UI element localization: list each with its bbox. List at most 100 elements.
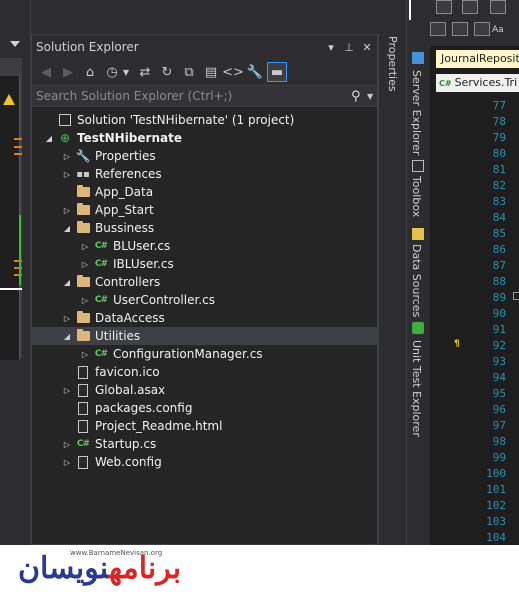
close-icon[interactable]: ✕ xyxy=(359,39,375,55)
line-number: 104 xyxy=(486,531,506,544)
refresh-icon[interactable]: ↻ xyxy=(157,62,177,82)
data-sources-icon[interactable] xyxy=(412,228,424,240)
navigation-bar[interactable]: C# Services.Tri xyxy=(436,74,519,92)
tree-item[interactable]: ▷ DataAccess xyxy=(32,309,377,327)
tree-item[interactable]: ▷ ▪▪ References xyxy=(32,165,377,183)
tree-item[interactable]: ◢ Utilities xyxy=(32,327,377,345)
collapsed-arrow-icon[interactable]: ▷ xyxy=(60,437,74,451)
properties-tab-label[interactable]: Properties xyxy=(386,36,399,92)
collapsed-arrow-icon[interactable]: ▷ xyxy=(60,383,74,397)
preview-selected-items-icon[interactable]: ▬ xyxy=(267,62,287,82)
toolbar-button-icon[interactable] xyxy=(452,22,468,36)
code-editor[interactable]: JournalReposito C# Services.Tri 77 78 79 80 8… xyxy=(430,46,519,545)
server-explorer-icon[interactable] xyxy=(412,52,424,64)
search-icon[interactable]: ⚲ xyxy=(351,89,367,104)
collapsed-arrow-icon[interactable]: ▷ xyxy=(78,293,92,307)
home-icon[interactable]: ⌂ xyxy=(80,62,100,82)
document-tab[interactable]: JournalReposito xyxy=(436,50,519,68)
expanded-arrow-icon[interactable]: ◢ xyxy=(60,329,74,343)
warning-icon[interactable] xyxy=(3,94,15,105)
collapsed-arrow-icon[interactable]: ▷ xyxy=(60,455,74,469)
tree-item[interactable]: ▷ C# Startup.cs xyxy=(32,435,377,453)
unit-test-explorer-tab[interactable]: Unit Test Explorer xyxy=(410,340,423,437)
expanded-arrow-icon[interactable]: ◢ xyxy=(60,221,74,235)
toolbox-icon[interactable] xyxy=(412,160,424,172)
line-number: 87 xyxy=(492,259,506,272)
collapsed-arrow-icon[interactable]: ▷ xyxy=(78,239,92,253)
pending-changes-icon[interactable]: ◷ xyxy=(102,62,122,82)
tree-item[interactable]: ▷ C# BLUser.cs xyxy=(32,237,377,255)
collapsed-arrow-icon[interactable]: ▷ xyxy=(78,257,92,271)
tree-item[interactable]: ▷ C# IBLUser.cs xyxy=(32,255,377,273)
properties-wrench-icon[interactable]: 🔧 xyxy=(245,62,265,82)
folder-open-icon xyxy=(74,220,92,236)
pin-icon[interactable]: ⊥ xyxy=(341,39,357,55)
expanded-arrow-icon[interactable]: ◢ xyxy=(42,131,56,145)
toolbar-button-icon[interactable] xyxy=(490,0,506,14)
toolbox-tab[interactable]: Toolbox xyxy=(410,176,423,217)
csharp-file-icon: C# xyxy=(94,241,108,251)
collapsed-arrow-icon[interactable]: ▷ xyxy=(78,347,92,361)
tree-item[interactable]: ▷ Web.config xyxy=(32,453,377,471)
caret-line xyxy=(409,0,411,20)
collapsed-arrow-icon[interactable]: ▷ xyxy=(60,311,74,325)
bookmark-icon[interactable]: ¶ xyxy=(454,339,460,349)
line-number: 99 xyxy=(492,451,506,464)
search-input[interactable]: Search Solution Explorer (Ctrl+;) xyxy=(36,89,351,103)
tree-item[interactable]: App_Data xyxy=(32,183,377,201)
toolbar-button-icon[interactable] xyxy=(474,22,490,36)
tree-item[interactable]: ▷ 🔧 Properties xyxy=(32,147,377,165)
line-number: 88 xyxy=(492,275,506,288)
collapsed-arrow-icon[interactable]: ▷ xyxy=(60,149,74,163)
tree-item-label: App_Data xyxy=(95,185,154,199)
file-icon xyxy=(74,418,92,434)
tree-item[interactable]: ▷ C# UserController.cs xyxy=(32,291,377,309)
change-marker xyxy=(14,146,22,148)
toolbar-button-icon[interactable] xyxy=(430,22,446,36)
file-icon xyxy=(74,364,92,380)
tree-item[interactable]: ▷ Global.asax xyxy=(32,381,377,399)
back-icon[interactable]: ◀ xyxy=(36,62,56,82)
data-sources-tab[interactable]: Data Sources xyxy=(410,244,423,317)
toolbar-button-icon[interactable] xyxy=(436,0,452,14)
tree-item[interactable]: favicon.ico xyxy=(32,363,377,381)
show-all-files-icon[interactable]: ▤ xyxy=(201,62,221,82)
properties-side-tab[interactable]: Properties xyxy=(378,34,406,545)
view-code-icon[interactable]: <> xyxy=(222,62,244,82)
folder-icon xyxy=(74,184,92,200)
toolbar-button-icon[interactable] xyxy=(462,0,478,14)
expanded-arrow-icon[interactable]: ◢ xyxy=(60,275,74,289)
solution-icon xyxy=(56,112,74,128)
collapsed-arrow-icon[interactable]: ▷ xyxy=(60,203,74,217)
dropdown-arrow-icon[interactable] xyxy=(10,41,20,47)
tree-item[interactable]: packages.config xyxy=(32,399,377,417)
editor-toolbar: Aa xyxy=(430,0,519,46)
right-tool-strip: Server Explorer Toolbox Data Sources Uni… xyxy=(406,0,430,545)
tree-item[interactable]: Project_Readme.html xyxy=(32,417,377,435)
csharp-file-icon: C# xyxy=(94,259,108,269)
search-bar[interactable]: Search Solution Explorer (Ctrl+;) ⚲ ▼ xyxy=(32,85,377,107)
search-options-icon[interactable]: ▼ xyxy=(367,92,377,101)
tree-item[interactable]: ▷ C# ConfigurationManager.cs xyxy=(32,345,377,363)
line-number: 79 xyxy=(492,131,506,144)
line-number: 80 xyxy=(492,147,506,160)
outline-collapse-icon[interactable] xyxy=(513,292,519,300)
saved-change-bar xyxy=(19,215,21,285)
sync-icon[interactable]: ⇄ xyxy=(135,62,155,82)
collapse-all-icon[interactable]: ⧉ xyxy=(179,62,199,82)
chevron-down-icon[interactable]: ▼ xyxy=(122,62,130,82)
wrench-icon: 🔧 xyxy=(75,149,91,163)
tree-item[interactable]: ◢ Controllers xyxy=(32,273,377,291)
server-explorer-tab[interactable]: Server Explorer xyxy=(410,70,423,155)
tree-item[interactable]: ◢ Bussiness xyxy=(32,219,377,237)
file-icon xyxy=(74,454,92,470)
forward-icon[interactable]: ▶ xyxy=(58,62,78,82)
tree-item[interactable]: ◢ ⊕ TestNHibernate xyxy=(32,129,377,147)
collapsed-arrow-icon[interactable]: ▷ xyxy=(60,167,74,181)
window-position-icon[interactable]: ▾ xyxy=(323,39,339,55)
line-number: 101 xyxy=(486,483,506,496)
tree-item[interactable]: Solution 'TestNHibernate' (1 project) xyxy=(32,111,377,129)
unit-test-icon[interactable] xyxy=(412,322,424,334)
tree-item[interactable]: ▷ App_Start xyxy=(32,201,377,219)
format-text-icon[interactable]: Aa xyxy=(492,25,504,35)
